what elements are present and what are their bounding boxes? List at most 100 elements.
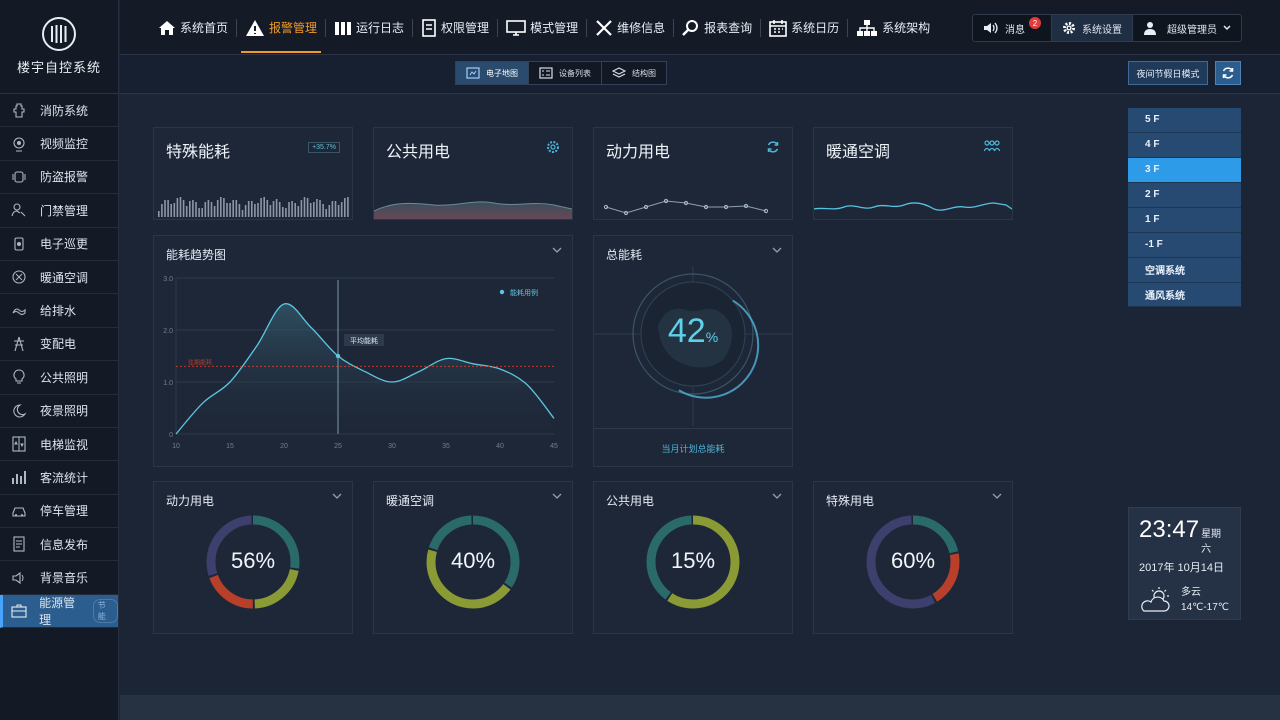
ring-card: 特殊用电 60% [813, 481, 1013, 634]
spark-bars [158, 197, 349, 217]
spark-bar [220, 197, 222, 217]
spark-bar [303, 197, 306, 217]
spark-bar [235, 200, 238, 217]
sidebar-item[interactable]: 视频监控 [0, 127, 118, 161]
card-title: 公共用电 [386, 144, 451, 161]
sidebar-item[interactable]: 电子巡更 [0, 228, 118, 261]
nav-item[interactable]: 系统架构 [848, 0, 938, 55]
bar-stats-icon [10, 468, 28, 486]
sidebar-item-label: 背景音乐 [40, 571, 89, 586]
spark-bar [347, 197, 349, 217]
chevron-down-icon[interactable] [772, 492, 782, 500]
sidebar-item[interactable]: 门禁管理 [0, 194, 118, 228]
system-settings-button[interactable]: 系统设置 [1051, 15, 1133, 41]
nav-item[interactable]: 报警管理 [237, 0, 325, 55]
nav-item[interactable]: 运行日志 [326, 0, 412, 55]
car-icon [10, 502, 28, 520]
ring-value: 56% [230, 548, 276, 573]
baseline-label: 往期能耗 [188, 358, 212, 366]
people-icon[interactable] [984, 140, 1000, 152]
chevron-down-icon[interactable] [992, 492, 1002, 500]
view-tab[interactable]: 电子地图 [456, 62, 529, 84]
spark-bar [288, 202, 290, 217]
weather-desc: 多云 [1181, 587, 1201, 598]
nav-item[interactable]: 系统日历 [761, 0, 847, 55]
sidebar-item[interactable]: 给排水 [0, 294, 118, 328]
ring-value: 15% [670, 548, 716, 573]
floor-button[interactable]: 2 F [1128, 182, 1241, 208]
sidebar-item[interactable]: 信息发布 [0, 528, 118, 562]
messages-button[interactable]: 消息 2 [973, 15, 1051, 41]
chevron-down-icon[interactable] [772, 246, 782, 254]
sidebar-item[interactable]: 夜景照明 [0, 395, 118, 428]
refresh-button[interactable] [1215, 61, 1241, 85]
clock-time: 23:47 [1139, 516, 1200, 543]
sidebar-item[interactable]: 变配电 [0, 328, 118, 362]
alarm-icon [10, 168, 28, 186]
view-tab[interactable]: 设备列表 [529, 62, 602, 84]
spark-bar [241, 210, 244, 217]
floor-button[interactable]: 通风系统 [1128, 282, 1241, 308]
spark-bar [232, 200, 234, 217]
sidebar-item[interactable]: 停车管理 [0, 495, 118, 529]
spark-bar [278, 202, 281, 217]
sidebar-item[interactable]: 公共照明 [0, 361, 118, 395]
floor-button[interactable]: 1 F [1128, 207, 1241, 233]
sidebar-item-label: 信息发布 [40, 537, 89, 552]
y-tick-label: 3.0 [163, 276, 173, 283]
sidebar-item-label: 客流统计 [40, 470, 89, 485]
nav-item[interactable]: 系统首页 [150, 0, 236, 55]
sidebar-item[interactable]: 暖通空调 [0, 261, 118, 295]
elevator-icon [10, 435, 28, 453]
spark-bar [204, 202, 207, 217]
summary-card-hvac: 暖通空调 [813, 127, 1013, 220]
warning-icon [245, 19, 265, 37]
briefcase-icon [10, 602, 27, 620]
y-tick-label: 1.0 [163, 380, 173, 387]
view-tab[interactable]: 结构图 [602, 62, 666, 84]
spark-bar [313, 202, 315, 217]
floor-button[interactable]: 4 F [1128, 132, 1241, 158]
sidebar-item[interactable]: 消防系统 [0, 94, 118, 128]
user-menu[interactable]: 超级管理员 [1133, 15, 1241, 41]
floor-button[interactable]: -1 F [1128, 232, 1241, 258]
nav-item-label: 报警管理 [269, 21, 318, 35]
floor-button[interactable]: 3 F [1128, 157, 1241, 183]
nav-item[interactable]: 报表查询 [674, 0, 760, 55]
nav-item[interactable]: 模式管理 [498, 0, 586, 55]
home-icon [158, 20, 176, 36]
refresh-icon[interactable] [766, 140, 780, 154]
card-title: 暖通空调 [826, 144, 891, 161]
settings-label: 系统设置 [1082, 24, 1122, 36]
y-tick-label: 0 [169, 432, 173, 439]
sidebar-item[interactable]: 客流统计 [0, 461, 118, 495]
chevron-down-icon[interactable] [332, 492, 342, 500]
nav-item-label: 维修信息 [617, 21, 666, 35]
ring-card-title: 公共用电 [606, 494, 655, 508]
chevron-down-icon[interactable] [552, 492, 562, 500]
chevron-down-icon[interactable] [552, 246, 562, 254]
logo: 楼宇自控系统 [0, 0, 118, 94]
sidebar-item[interactable]: 背景音乐 [0, 561, 118, 595]
nav-item[interactable]: 权限管理 [413, 0, 497, 55]
user-avatar-icon [1143, 21, 1157, 35]
total-caption: 当月计划总能耗 [661, 444, 725, 454]
gear-icon[interactable] [546, 140, 560, 154]
spark-bar [161, 204, 163, 217]
ring-value: 40% [450, 548, 496, 573]
floor-button[interactable]: 空调系统 [1128, 257, 1241, 283]
nav-item[interactable]: 维修信息 [587, 0, 673, 55]
spark-bar [282, 207, 284, 217]
sidebar: 楼宇自控系统 消防系统 视频监控 防盗报警 门禁管理 电子巡更 暖通空调 给排水 变配电 公共照… [0, 0, 119, 720]
sidebar-item[interactable]: 电梯监视 [0, 428, 118, 462]
spark-bar [198, 208, 200, 217]
floor-button[interactable]: 5 F [1128, 108, 1241, 133]
sidebar-item[interactable]: 防盗报警 [0, 161, 118, 195]
clock-widget: 23:47 星期六 2017年 10月14日 多云 14℃-17℃ [1128, 507, 1241, 620]
holiday-mode-button[interactable]: 夜间节假日模式 [1128, 61, 1208, 85]
trend-title: 能耗趋势图 [166, 248, 227, 262]
spark-bar [189, 201, 191, 217]
spark-bar [179, 197, 182, 217]
sidebar-item[interactable]: 能源管理 节能 [0, 594, 119, 629]
spark-bar [275, 199, 278, 217]
